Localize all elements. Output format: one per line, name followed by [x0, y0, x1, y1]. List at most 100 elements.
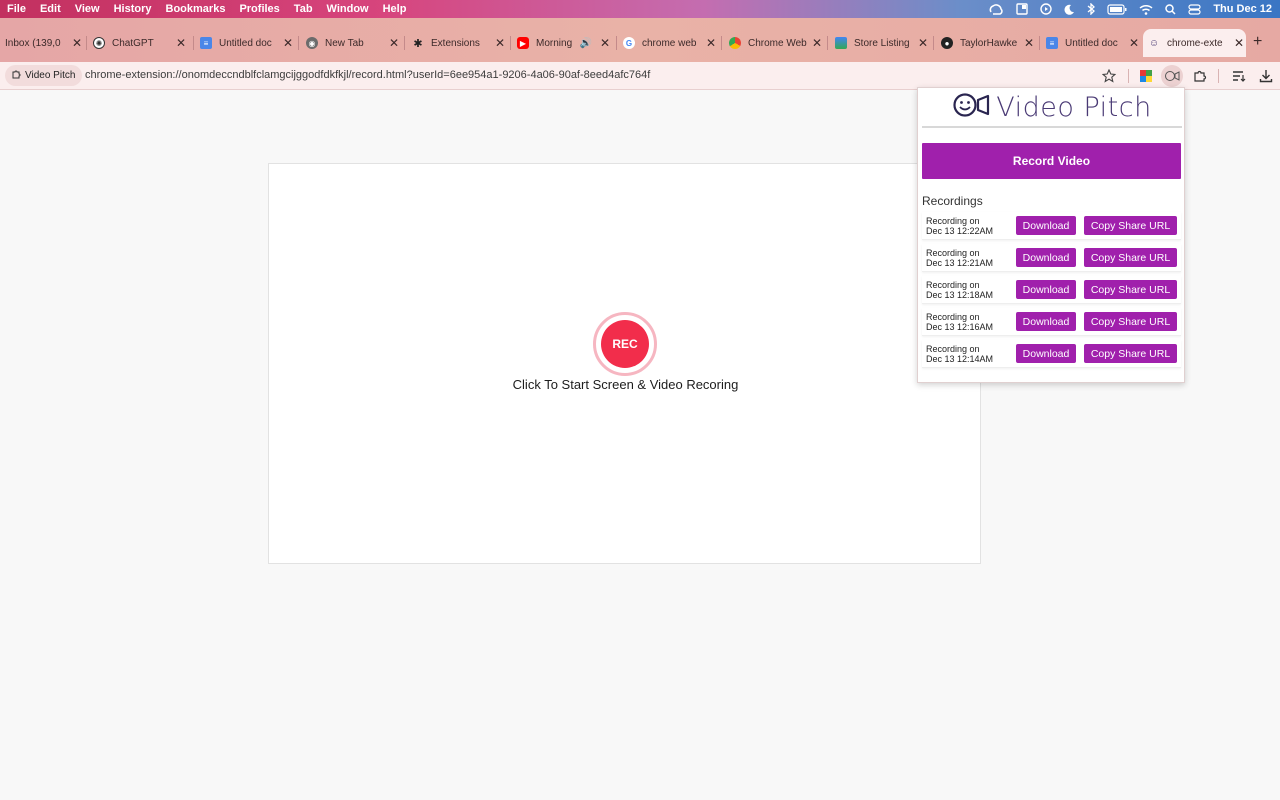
- macos-menu-bar: File Edit View History Bookmarks Profile…: [0, 0, 1280, 18]
- puzzle-icon: [11, 69, 21, 82]
- menu-file[interactable]: File: [7, 3, 26, 15]
- control-center-icon[interactable]: [1188, 3, 1201, 15]
- wifi-icon[interactable]: [1139, 4, 1153, 15]
- rec-button[interactable]: REC: [593, 312, 657, 376]
- menu-tab[interactable]: Tab: [294, 3, 313, 15]
- menu-profiles[interactable]: Profiles: [239, 3, 279, 15]
- tab-label: Untitled doc: [219, 37, 272, 49]
- bluetooth-icon[interactable]: [1087, 3, 1096, 15]
- menubar-clock[interactable]: Thu Dec 12: [1213, 3, 1272, 15]
- docs-icon: ≡: [1046, 37, 1058, 49]
- video-pitch-logo-icon: [952, 92, 990, 123]
- copy-share-url-button[interactable]: Copy Share URL: [1084, 312, 1177, 331]
- address-bar[interactable]: chrome-extension://onomdeccndblfclamgcij…: [85, 69, 650, 81]
- color-extension-icon[interactable]: [1137, 67, 1155, 85]
- close-icon[interactable]: ✕: [916, 36, 930, 50]
- copy-share-url-button[interactable]: Copy Share URL: [1084, 248, 1177, 267]
- close-icon[interactable]: ✕: [70, 36, 84, 50]
- tab-chrome-extension-active[interactable]: ☺ chrome-exte ✕: [1143, 29, 1246, 57]
- tab-chatgpt[interactable]: ✺ ChatGPT ✕: [88, 29, 188, 57]
- close-icon[interactable]: ✕: [281, 36, 295, 50]
- github-icon: ●: [941, 37, 953, 49]
- download-button[interactable]: Download: [1016, 344, 1076, 363]
- close-icon[interactable]: ✕: [704, 36, 718, 50]
- recording-row: Recording on Dec 13 12:22AM Download Cop…: [922, 212, 1181, 240]
- copy-share-url-button[interactable]: Copy Share URL: [1084, 280, 1177, 299]
- rec-button-label: REC: [601, 320, 649, 368]
- tab-extensions[interactable]: ✱ Extensions ✕: [407, 29, 507, 57]
- download-icon[interactable]: [1257, 67, 1275, 85]
- recorder-caption: Click To Start Screen & Video Recoring: [512, 377, 739, 392]
- menu-history[interactable]: History: [114, 3, 152, 15]
- tab-label: chrome web: [642, 37, 697, 49]
- recording-row: Recording on Dec 13 12:18AM Download Cop…: [922, 276, 1181, 304]
- download-button[interactable]: Download: [1016, 248, 1076, 267]
- download-button[interactable]: Download: [1016, 216, 1076, 235]
- menu-help[interactable]: Help: [383, 3, 407, 15]
- close-icon[interactable]: ✕: [810, 36, 824, 50]
- menu-bookmarks[interactable]: Bookmarks: [166, 3, 226, 15]
- close-icon[interactable]: ✕: [174, 36, 188, 50]
- battery-icon[interactable]: [1107, 3, 1127, 15]
- extension-chip[interactable]: Video Pitch: [5, 65, 83, 86]
- menu-window[interactable]: Window: [327, 3, 369, 15]
- brand-title: Video Pitch: [996, 91, 1152, 123]
- tab-morning[interactable]: ▶ Morning 🔊 ✕: [512, 29, 612, 57]
- tab-new-tab[interactable]: ◉ New Tab ✕: [301, 29, 401, 57]
- tab-label: New Tab: [325, 37, 364, 49]
- chrome-icon: [729, 37, 741, 49]
- menu-view[interactable]: View: [75, 3, 100, 15]
- tab-label: chrome-exte: [1167, 37, 1223, 49]
- tab-untitled-doc[interactable]: ≡ Untitled doc ✕: [195, 29, 295, 57]
- tab-label: Extensions: [431, 37, 480, 49]
- display-icon[interactable]: [1016, 3, 1029, 15]
- close-icon[interactable]: ✕: [1232, 36, 1246, 50]
- video-pitch-extension-icon[interactable]: [1161, 65, 1183, 87]
- store-icon: [835, 37, 847, 49]
- close-icon[interactable]: ✕: [387, 36, 401, 50]
- google-icon: G: [623, 37, 635, 49]
- docs-icon: ≡: [200, 37, 212, 49]
- copy-share-url-button[interactable]: Copy Share URL: [1084, 216, 1177, 235]
- tab-label: Untitled doc: [1065, 37, 1118, 49]
- download-button[interactable]: Download: [1016, 280, 1076, 299]
- download-button[interactable]: Download: [1016, 312, 1076, 331]
- tab-label: TaylorHawke: [960, 37, 1018, 49]
- close-icon[interactable]: ✕: [1022, 36, 1036, 50]
- speaker-icon[interactable]: 🔊: [580, 38, 592, 49]
- moon-icon[interactable]: [1064, 4, 1075, 15]
- status-area: Thu Dec 12: [988, 0, 1272, 18]
- tab-inbox[interactable]: Inbox (139,0 ✕: [0, 29, 84, 57]
- recording-timestamp: Recording on Dec 13 12:21AM: [926, 247, 994, 268]
- tab-label: Store Listing: [854, 37, 910, 49]
- video-pitch-icon: ☺: [1148, 37, 1160, 49]
- close-icon[interactable]: ✕: [598, 36, 612, 50]
- recording-row: Recording on Dec 13 12:21AM Download Cop…: [922, 244, 1181, 272]
- play-icon[interactable]: [1040, 3, 1053, 15]
- tab-label: Chrome Web: [748, 37, 807, 49]
- chatgpt-icon: ✺: [93, 37, 105, 49]
- tab-store-listing[interactable]: Store Listing ✕: [830, 29, 930, 57]
- recording-timestamp: Recording on Dec 13 12:22AM: [926, 215, 994, 236]
- menu-edit[interactable]: Edit: [40, 3, 61, 15]
- tab-label: ChatGPT: [112, 37, 154, 49]
- tab-github[interactable]: ● TaylorHawke ✕: [936, 29, 1036, 57]
- record-video-button[interactable]: Record Video: [922, 143, 1181, 179]
- reading-list-icon[interactable]: [1230, 67, 1248, 85]
- close-icon[interactable]: ✕: [1127, 36, 1141, 50]
- tab-label: Morning: [536, 37, 573, 49]
- tab-chrome-web-search[interactable]: G chrome web ✕: [618, 29, 718, 57]
- tab-chrome-web-store[interactable]: Chrome Web ✕: [724, 29, 824, 57]
- app-menu: File Edit View History Bookmarks Profile…: [0, 3, 420, 15]
- copy-share-url-button[interactable]: Copy Share URL: [1084, 344, 1177, 363]
- recording-row: Recording on Dec 13 12:16AM Download Cop…: [922, 308, 1181, 336]
- new-tab-button[interactable]: +: [1253, 33, 1262, 51]
- recording-timestamp: Recording on Dec 13 12:14AM: [926, 343, 994, 364]
- tab-untitled-doc-2[interactable]: ≡ Untitled doc ✕: [1041, 29, 1141, 57]
- tab-label: Inbox (139,0: [5, 37, 61, 49]
- bookmark-star-icon[interactable]: [1100, 67, 1118, 85]
- extensions-puzzle-icon[interactable]: [1191, 67, 1209, 85]
- close-icon[interactable]: ✕: [493, 36, 507, 50]
- creative-cloud-icon[interactable]: [988, 3, 1004, 15]
- spotlight-search-icon[interactable]: [1165, 3, 1176, 15]
